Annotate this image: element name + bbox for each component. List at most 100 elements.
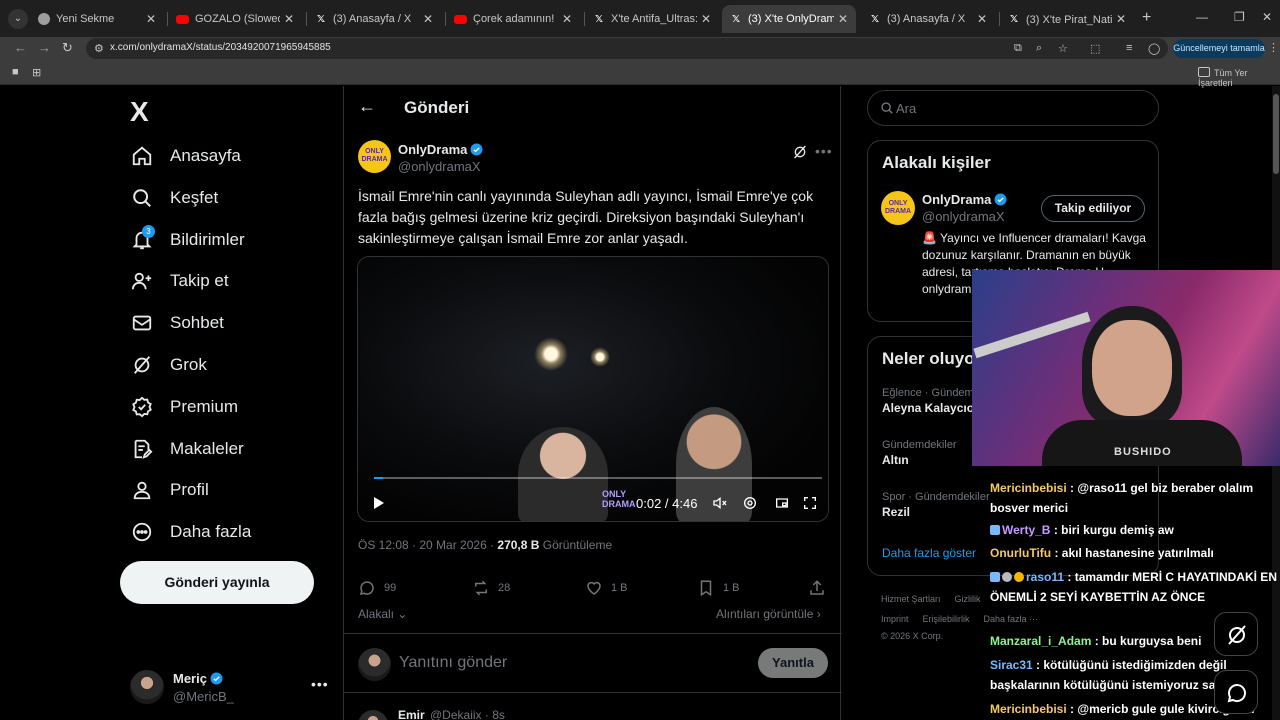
sidebar-item-articles[interactable]: Makaleler <box>130 433 244 465</box>
person-handle[interactable]: @onlydramaX <box>922 209 1005 224</box>
zoom-icon[interactable]: ⌕ <box>1036 42 1042 55</box>
account-switcher[interactable]: Meriç @MericB_ ••• <box>130 670 330 706</box>
bookmark-star-icon[interactable]: ☆ <box>1058 42 1068 55</box>
browser-tab[interactable]: 𝕏 X'te Antifa_Ultras: "Ma ✕ <box>585 5 719 33</box>
x-logo[interactable]: X <box>130 96 149 128</box>
profile-icon <box>130 478 154 502</box>
sidebar-item-profile[interactable]: Profil <box>130 474 209 506</box>
apps-grid-icon[interactable]: ⊞ <box>32 66 41 79</box>
person-name[interactable]: OnlyDrama <box>922 192 1007 207</box>
back-arrow-icon[interactable]: ← <box>358 96 376 117</box>
back-icon[interactable]: ← <box>14 40 27 55</box>
bookmark-action[interactable]: 1 B <box>697 579 740 597</box>
next-post-preview[interactable]: Emir @Dekaiix · 8s <box>358 708 828 720</box>
browser-tab[interactable]: Çorek adamının! | Shrek 1 ✕ <box>446 5 580 33</box>
pip-icon[interactable] <box>774 495 790 511</box>
grok-icon[interactable] <box>792 144 808 160</box>
install-app-icon[interactable]: ⧉ <box>1014 42 1022 55</box>
view-quotes-link[interactable]: Alıntıları görüntüle › <box>716 607 821 621</box>
following-button[interactable]: Takip ediliyor <box>1041 195 1145 222</box>
footer-link[interactable]: Gizlilik <box>955 594 981 604</box>
reply-input[interactable]: Yanıtını gönder <box>399 654 507 672</box>
all-bookmarks[interactable]: Tüm Yer İşaretleri <box>1198 67 1280 88</box>
browser-tab[interactable]: 𝕏 (3) Anasayfa / X ✕ <box>861 5 995 33</box>
update-button[interactable]: Güncellemeyi tamamla <box>1173 39 1265 58</box>
author-avatar[interactable]: ONLY DRAMA <box>358 140 391 173</box>
sidebar-item-follow[interactable]: Takip et <box>130 265 229 297</box>
close-icon[interactable]: ✕ <box>701 12 711 26</box>
bookmark-square-icon[interactable]: ■ <box>12 66 19 78</box>
sidebar-item-more[interactable]: Daha fazla <box>130 516 251 548</box>
sidebar-item-grok[interactable]: Grok <box>130 349 207 381</box>
close-icon[interactable]: ✕ <box>977 12 987 26</box>
chat-message: raso11 : tamamdır MERİ C HAYATINDAKİ EN … <box>990 567 1280 607</box>
x-icon: 𝕏 <box>1009 13 1019 25</box>
reply-button[interactable]: Yanıtla <box>758 648 828 678</box>
browser-tab-active[interactable]: 𝕏 (3) X'te OnlyDrama: "İsma ✕ <box>722 5 856 33</box>
close-icon[interactable]: ✕ <box>423 12 433 26</box>
footer-link[interactable]: Imprint <box>881 614 909 624</box>
play-icon[interactable] <box>370 495 386 511</box>
browser-tab[interactable]: 𝕏 (3) X'te Pirat_Nation 🔴 ✕ <box>1000 5 1134 33</box>
person-avatar[interactable]: ONLY DRAMA <box>881 191 915 225</box>
repost-action[interactable]: 28 <box>472 579 510 597</box>
restore-icon[interactable]: ❐ <box>1234 10 1245 24</box>
media-icon[interactable]: ≡ <box>1126 42 1132 54</box>
video-progress-bar[interactable] <box>374 477 822 479</box>
footer-link[interactable]: Hizmet Şartları <box>881 594 941 604</box>
close-icon[interactable]: ✕ <box>562 12 572 26</box>
reply-sort-dropdown[interactable]: Alakalı ⌄ <box>358 607 407 621</box>
trend-item[interactable]: Eğlence · Gündemde Aleyna Kalaycıo <box>882 387 986 415</box>
sidebar-item-notifications[interactable]: 3 Bildirimler <box>130 224 245 256</box>
reply-action[interactable]: 99 <box>358 579 396 597</box>
forward-icon[interactable]: → <box>38 40 51 55</box>
site-settings-icon[interactable]: ⚙ <box>94 42 104 55</box>
floating-messages-button[interactable] <box>1214 670 1258 714</box>
scrollbar-thumb[interactable] <box>1273 94 1279 174</box>
address-bar[interactable]: ⚙ x.com/onlydramaX/status/20349200719659… <box>86 38 1168 59</box>
new-tab-icon[interactable]: + <box>1142 9 1151 27</box>
sidebar-item-home[interactable]: Anasayfa <box>130 140 241 172</box>
close-icon[interactable]: ✕ <box>838 12 848 26</box>
sidebar-item-label: Sohbet <box>170 313 224 332</box>
settings-icon[interactable] <box>742 495 758 511</box>
sidebar-item-premium[interactable]: Premium <box>130 391 238 423</box>
author-handle[interactable]: @onlydramaX <box>398 159 481 174</box>
like-count: 1 B <box>611 582 628 594</box>
trend-item[interactable]: Spor · Gündemdekiler Rezil <box>882 491 990 519</box>
sidebar-item-chat[interactable]: Sohbet <box>130 307 224 339</box>
chat-username: Werty_B <box>1002 523 1051 537</box>
show-more-link[interactable]: Daha fazla göster <box>882 546 976 560</box>
browser-tab[interactable]: 𝕏 (3) Anasayfa / X ✕ <box>307 5 441 33</box>
browser-tab[interactable]: Yeni Sekme ✕ <box>30 5 164 33</box>
search-input[interactable]: Ara <box>867 90 1159 126</box>
floating-grok-button[interactable] <box>1214 612 1258 656</box>
window-close-icon[interactable]: ✕ <box>1262 10 1272 24</box>
post-timestamp[interactable]: ÖS 12:08 · 20 Mar 2026 · <box>358 538 497 552</box>
minimize-icon[interactable]: — <box>1196 10 1208 24</box>
close-icon[interactable]: ✕ <box>146 12 156 26</box>
video-player[interactable]: ONLY DRAMA 0:02 / 4:46 <box>357 256 829 522</box>
like-action[interactable]: 1 B <box>585 579 628 597</box>
more-dots-icon[interactable]: ••• <box>815 143 833 159</box>
author-name[interactable]: OnlyDrama <box>398 142 483 157</box>
chat-username: Mericinbebisi <box>990 481 1067 495</box>
trend-item[interactable]: Gündemdekiler Altın <box>882 439 957 467</box>
tab-search-dropdown[interactable]: ⌄ <box>8 9 28 29</box>
more-dots-icon[interactable]: ••• <box>311 676 329 692</box>
fullscreen-icon[interactable] <box>802 495 818 511</box>
x-icon: 𝕏 <box>316 13 326 25</box>
post-button[interactable]: Gönderi yayınla <box>120 561 314 604</box>
menu-icon[interactable]: ⋮ <box>1268 41 1279 54</box>
share-action[interactable] <box>808 579 834 597</box>
footer-link[interactable]: Erişilebilirlik <box>923 614 970 624</box>
video-time: 0:02 / 4:46 <box>636 496 698 511</box>
extensions-icon[interactable]: ⬚ <box>1090 42 1100 55</box>
mute-icon[interactable] <box>712 495 728 511</box>
profile-icon[interactable]: ◯ <box>1148 42 1160 55</box>
sidebar-item-explore[interactable]: Keşfet <box>130 182 218 214</box>
reload-icon[interactable]: ↻ <box>62 40 73 56</box>
browser-tab[interactable]: GOZALO (Slowed) - YouTube ✕ <box>168 5 302 33</box>
close-icon[interactable]: ✕ <box>1116 12 1126 26</box>
close-icon[interactable]: ✕ <box>284 12 294 26</box>
